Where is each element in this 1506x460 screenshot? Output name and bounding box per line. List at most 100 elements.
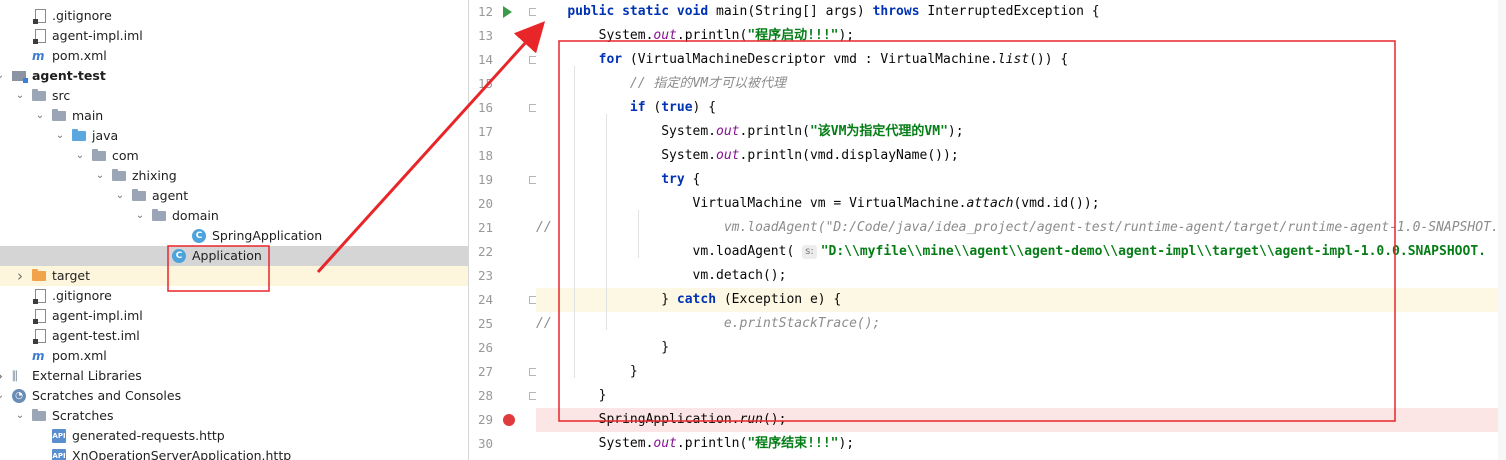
tree-item-scratches-and-consoles[interactable]: ⌄ ◔ Scratches and Consoles [0, 386, 468, 406]
tree-item-src[interactable]: ⌄ src [0, 86, 468, 106]
chevron-down-icon[interactable]: ⌄ [34, 106, 46, 126]
code-token: } [536, 388, 607, 403]
chevron-down-icon[interactable]: ⌄ [14, 406, 26, 426]
chevron-down-icon[interactable]: ⌄ [0, 386, 6, 406]
line-number[interactable]: 21 [469, 216, 493, 240]
code-token: System. [536, 28, 654, 43]
tree-item-external-libraries[interactable]: › ⫼ External Libraries [0, 366, 468, 386]
chevron-down-icon[interactable]: ⌄ [0, 66, 6, 86]
line-number[interactable]: 14 [469, 48, 493, 72]
code-token: e.printStackTrace(); [551, 316, 881, 331]
chevron-down-icon[interactable]: ⌄ [94, 166, 106, 186]
tree-item-scratches[interactable]: ⌄ Scratches [0, 406, 468, 426]
tree-item-gitignore[interactable]: .gitignore [0, 6, 468, 26]
chevron-right-icon[interactable]: › [14, 266, 26, 286]
library-icon: ⫼ [12, 369, 18, 383]
tree-item-pom-xml[interactable]: m pom.xml [0, 46, 468, 66]
tree-item-generated-requests-http[interactable]: API generated-requests.http [0, 426, 468, 446]
code-line[interactable]: vm.loadAgent( s: "D:\\myfile\\mine\\agent… [536, 240, 1506, 264]
code-line[interactable]: try { [536, 168, 1506, 192]
tree-item-java[interactable]: ⌄ java [0, 126, 468, 146]
chevron-down-icon[interactable]: ⌄ [54, 126, 66, 146]
chevron-down-icon[interactable]: ⌄ [134, 206, 146, 226]
tree-item-pom-xml[interactable]: m pom.xml [0, 346, 468, 366]
code-line[interactable]: VirtualMachine vm = VirtualMachine.attac… [536, 192, 1506, 216]
breakpoint-icon[interactable] [503, 414, 515, 426]
line-number[interactable]: 19 [469, 168, 493, 192]
code-token: "程序结束!!!" [747, 436, 839, 451]
tree-item-domain[interactable]: ⌄ domain [0, 206, 468, 226]
code-line[interactable]: // e.printStackTrace(); [536, 312, 1506, 336]
line-number[interactable]: 30 [469, 432, 493, 456]
tree-item-agent[interactable]: ⌄ agent [0, 186, 468, 206]
line-number[interactable]: 23 [469, 264, 493, 288]
chevron-right-icon[interactable]: › [0, 366, 6, 386]
line-number[interactable]: 20 [469, 192, 493, 216]
tree-item-application[interactable]: C Application [0, 246, 468, 266]
package-icon [132, 189, 146, 201]
code-token: vm.loadAgent("D:/Code/java/idea_project/… [551, 220, 1499, 235]
tree-item-springapplication[interactable]: C SpringApplication [0, 226, 468, 246]
code-line[interactable]: // 指定的VM才可以被代理 [536, 72, 1506, 96]
tree-item-com[interactable]: ⌄ com [0, 146, 468, 166]
tree-item-agent-test[interactable]: ⌄ agent-test [0, 66, 468, 86]
code-line[interactable]: for (VirtualMachineDescriptor vmd : Virt… [536, 48, 1506, 72]
code-line[interactable]: vm.detach(); [536, 264, 1506, 288]
line-number[interactable]: 27 [469, 360, 493, 384]
gitignore-file-icon [33, 289, 46, 304]
editor-scrollbar[interactable] [1498, 0, 1506, 460]
run-gutter-icon[interactable] [503, 6, 512, 18]
tree-item-agent-impl-iml[interactable]: agent-impl.iml [0, 26, 468, 46]
tree-item-target[interactable]: › target [0, 266, 468, 286]
code-token: .println( [676, 28, 748, 43]
class-icon: C [172, 249, 186, 263]
code-token: throws [872, 4, 920, 19]
code-line[interactable]: } catch (Exception e) { [536, 288, 1506, 312]
chevron-down-icon[interactable]: ⌄ [74, 146, 86, 166]
tree-item-label: com [112, 148, 139, 163]
line-number[interactable]: 13 [469, 24, 493, 48]
code-line[interactable]: } [536, 384, 1506, 408]
line-number[interactable]: 18 [469, 144, 493, 168]
line-number[interactable]: 26 [469, 336, 493, 360]
line-number[interactable]: 25 [469, 312, 493, 336]
code-line[interactable]: // vm.loadAgent("D:/Code/java/idea_proje… [536, 216, 1506, 240]
line-number[interactable]: 28 [469, 384, 493, 408]
code-token: System. [536, 124, 717, 139]
line-number[interactable]: 24 [469, 288, 493, 312]
code-line[interactable]: if (true) { [536, 96, 1506, 120]
line-number[interactable]: 29 [469, 408, 493, 432]
line-number[interactable]: 16 [469, 96, 493, 120]
code-line[interactable]: } [536, 336, 1506, 360]
tree-item-xnoperationserverapplication-http[interactable]: API XnOperationServerApplication.http [0, 446, 468, 460]
api-file-icon: API [52, 429, 66, 443]
chevron-down-icon[interactable]: ⌄ [114, 186, 126, 206]
tree-item-zhixing[interactable]: ⌄ zhixing [0, 166, 468, 186]
code-token: "程序启动!!!" [747, 28, 839, 43]
code-line[interactable]: System.out.println("程序启动!!!"); [536, 24, 1506, 48]
code-line[interactable]: SpringApplication.run(); [536, 408, 1506, 432]
tree-item-gitignore[interactable]: .gitignore [0, 286, 468, 306]
code-line[interactable]: } [536, 360, 1506, 384]
tree-item-agent-test-iml[interactable]: agent-test.iml [0, 326, 468, 346]
code-line[interactable]: System.out.println("程序结束!!!"); [536, 432, 1506, 456]
tree-item-label: .gitignore [52, 8, 112, 23]
tree-item-label: domain [172, 208, 219, 223]
maven-icon: m [32, 49, 45, 63]
code-editor[interactable]: public static void main(String[] args) t… [536, 0, 1506, 460]
line-number[interactable]: 22 [469, 240, 493, 264]
code-line[interactable]: System.out.println("该VM为指定代理的VM"); [536, 120, 1506, 144]
line-number[interactable]: 12 [469, 0, 493, 24]
tree-item-label: agent-test.iml [52, 328, 140, 343]
code-line[interactable]: System.out.println(vmd.displayName()); [536, 144, 1506, 168]
code-token: (VirtualMachineDescriptor vmd : VirtualM… [622, 52, 998, 67]
chevron-down-icon[interactable]: ⌄ [14, 86, 26, 106]
line-number[interactable]: 15 [469, 72, 493, 96]
editor-gutter[interactable]: 12 13 14 15 16 17 18 19 20 21 22 23 24 25 26 27 28 29 30 [469, 0, 537, 460]
tree-item-main[interactable]: ⌄ main [0, 106, 468, 126]
code-line[interactable]: public static void main(String[] args) t… [536, 0, 1506, 24]
line-number[interactable]: 17 [469, 120, 493, 144]
tree-item-agent-impl-iml[interactable]: agent-impl.iml [0, 306, 468, 326]
